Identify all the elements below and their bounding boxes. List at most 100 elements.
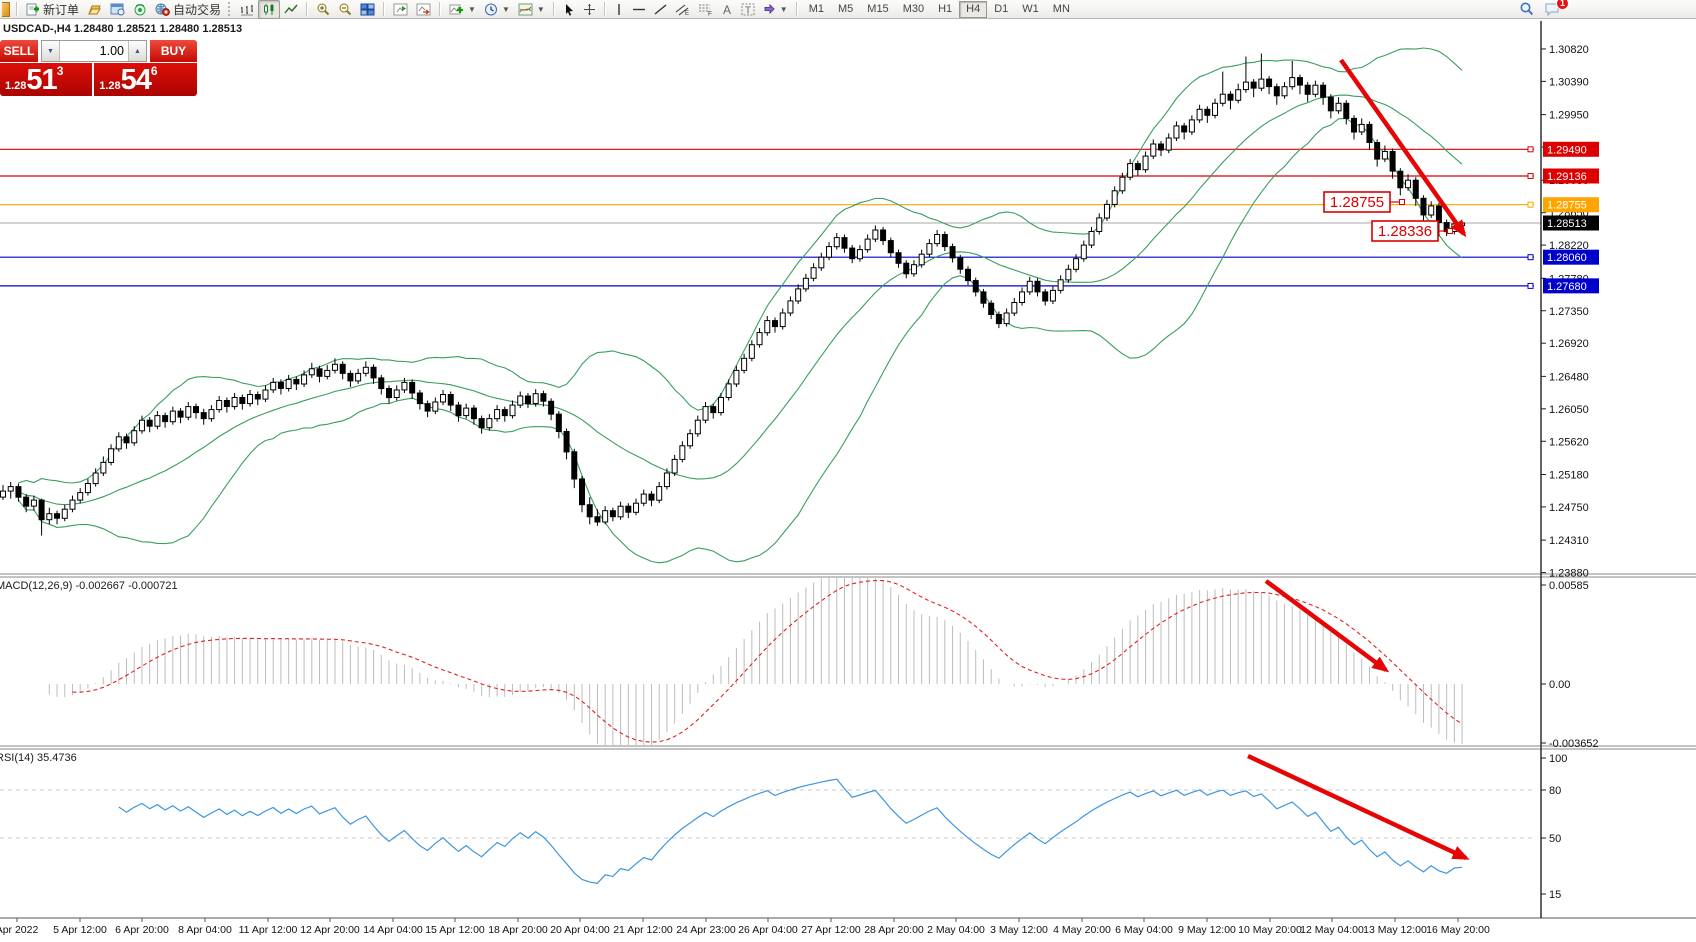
timeframe-m15[interactable]: M15 [860,1,895,18]
candle-body [603,511,608,522]
arrows-tool-button[interactable]: ▼ [759,0,792,19]
axis-price-label-text: 1.29136 [1547,171,1587,183]
timeframe-m5[interactable]: M5 [831,1,860,18]
axis-price-label-text: 1.28513 [1547,218,1587,230]
level-line-handle[interactable] [1528,255,1533,260]
annotation-anchor[interactable] [1448,229,1453,234]
new-order-icon [26,3,40,16]
zoom-out-button[interactable] [334,0,356,19]
chart-shift-button[interactable] [389,0,412,19]
autotrade-button[interactable]: 自动交易 [151,0,225,19]
horizontal-line-tool-button[interactable] [628,0,650,19]
zoom-in-button[interactable] [312,0,334,19]
candle-body [8,487,13,492]
text-tool-button[interactable]: A [717,0,737,19]
candle-body [255,395,260,400]
templates-button[interactable]: ▼ [514,0,549,19]
candle-body [1421,198,1426,215]
profiles-button[interactable] [83,0,106,19]
chart-shift-icon [393,3,408,16]
price-tick-label: 1.30390 [1549,76,1589,88]
search-button[interactable] [1515,0,1538,19]
time-tick-label: 14 Apr 04:00 [363,924,423,936]
candle-body [309,369,314,375]
svg-text:E: E [685,11,689,16]
candle-body [24,497,29,506]
sell-price-pips: 51 [26,66,56,95]
candle-body [842,238,847,249]
tile-windows-button[interactable] [356,0,379,19]
timeframe-d1[interactable]: D1 [987,1,1015,18]
candle-body [85,484,90,493]
indicators-button[interactable]: ▼ [445,0,480,19]
candle-body [1012,303,1017,314]
bar-chart-mode-button[interactable] [236,0,258,19]
chart-ohlc-title: USDCAD-,H4 1.28480 1.28521 1.28480 1.285… [3,23,242,35]
crosshair-tool-button[interactable] [579,0,600,19]
timeframe-m30[interactable]: M30 [896,1,931,18]
candle-body [441,395,446,403]
market-watch-button[interactable] [106,0,129,19]
trend-arrow-macd[interactable] [1266,581,1386,670]
candle-body [618,506,623,517]
timeframe-mn[interactable]: MN [1046,1,1077,18]
timeframe-m1[interactable]: M1 [802,1,831,18]
data-window-button[interactable] [129,0,151,19]
candle-body [595,517,600,522]
new-order-button[interactable]: 新订单 [22,0,83,19]
candle-body [711,407,716,413]
level-line-handle[interactable] [1528,174,1533,179]
time-tick-label: 6 May 04:00 [1115,924,1173,936]
line-chart-mode-button[interactable] [280,0,302,19]
level-line-handle[interactable] [1528,202,1533,207]
periods-button[interactable]: ▼ [480,0,514,19]
candle-body [471,408,476,419]
candle-body [1074,259,1079,270]
crosshair-icon [583,3,596,16]
candle-body [248,395,253,404]
candle-body [286,379,291,388]
level-line-handle[interactable] [1528,283,1533,288]
candle-body [1274,87,1279,96]
candle-body [556,414,561,431]
candle-body [587,505,592,517]
candlestick-mode-button[interactable] [258,0,280,19]
auto-scroll-button[interactable] [412,0,435,19]
candle-body [1336,103,1341,111]
volume-input[interactable] [60,41,128,61]
time-tick-label: 3 May 12:00 [990,924,1048,936]
notifications-button[interactable]: 1 [1540,0,1564,19]
vertical-line-tool-button[interactable] [610,0,628,19]
volume-decrease-button[interactable]: ▼ [42,41,60,61]
candle-body [1321,85,1326,97]
timeframe-h1[interactable]: H1 [931,1,959,18]
candle-body [850,248,855,259]
timeframe-w1[interactable]: W1 [1015,1,1046,18]
price-tick-label: 1.26920 [1549,338,1589,350]
candle-body [1313,85,1318,94]
candle-body [232,398,237,407]
level-line-handle[interactable] [1528,147,1533,152]
shapes-icon [763,3,776,16]
buy-button[interactable]: BUY [150,40,197,62]
volume-increase-button[interactable]: ▲ [128,41,146,61]
candle-body [827,247,832,258]
price-chart-canvas[interactable]: 1.287551.283361.308201.303901.299501.295… [0,19,1696,942]
toolbar-separator [383,2,385,16]
time-tick-label: 15 Apr 12:00 [425,924,485,936]
text-label-icon: T [741,3,755,16]
clock-icon [484,3,498,16]
buy-price-display[interactable]: 1.28 54 6 [94,63,197,96]
fibonacci-tool-button[interactable]: F [694,0,717,19]
label-tool-button[interactable]: T [737,0,759,19]
channel-tool-button[interactable]: E [671,0,694,19]
sell-button[interactable]: SELL [0,40,38,62]
bar-chart-icon [240,3,254,16]
cursor-tool-button[interactable] [559,0,579,19]
trendline-tool-button[interactable] [650,0,671,19]
chart-window[interactable]: USDCAD-,H4 1.28480 1.28521 1.28480 1.285… [0,19,1696,942]
annotation-anchor[interactable] [1400,200,1405,205]
timeframe-h4[interactable]: H4 [959,1,987,18]
sell-price-display[interactable]: 1.28 51 3 [0,63,92,96]
candle-body [116,437,121,449]
